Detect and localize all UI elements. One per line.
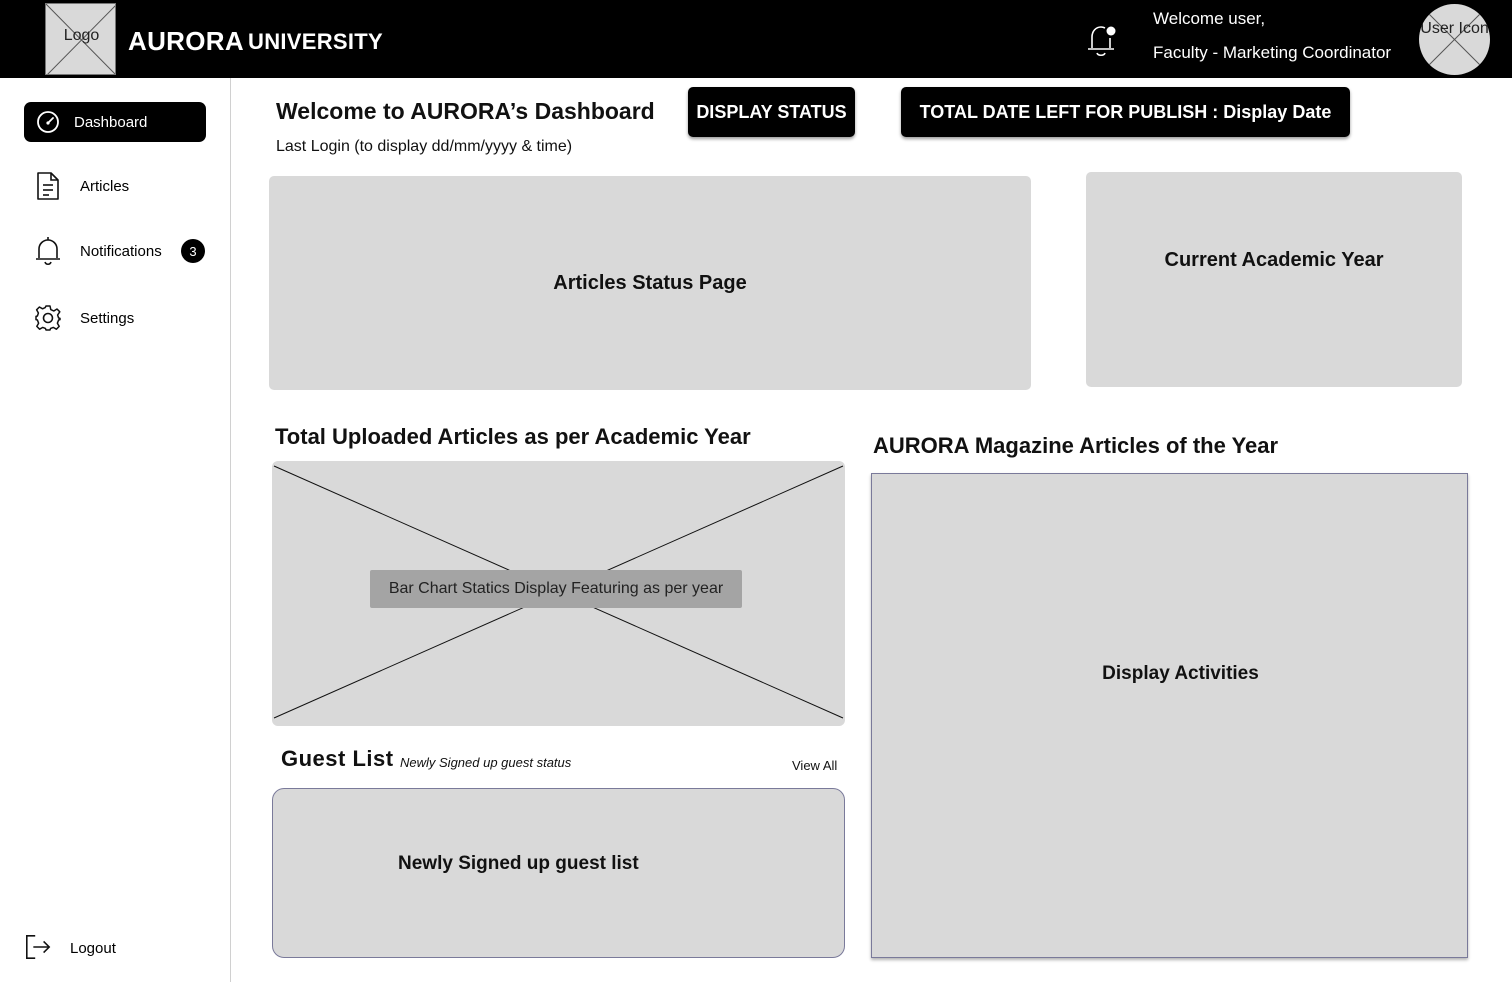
document-icon	[34, 172, 62, 200]
logo-text: Logo	[63, 27, 100, 44]
bell-icon	[34, 237, 62, 266]
user-avatar[interactable]: User Icon	[1419, 4, 1490, 75]
gear-icon	[34, 304, 62, 332]
sidebar-item-label: Notifications	[80, 242, 162, 260]
view-all-link[interactable]: View All	[792, 758, 837, 773]
guest-list-label: Newly Signed up guest list	[398, 853, 639, 874]
academic-year-panel: Current Academic Year	[1086, 172, 1462, 387]
sidebar-item-notifications[interactable]: Notifications 3	[24, 231, 206, 271]
dashboard-gauge-icon	[34, 108, 62, 136]
top-bar: Logo AURORA UNIVERSITY Welcome user, Fac…	[0, 0, 1512, 78]
sidebar-item-dashboard[interactable]: Dashboard	[24, 102, 206, 142]
sidebar: Dashboard Articles Notifications 3 Setti…	[0, 78, 231, 982]
sidebar-item-label: Articles	[80, 177, 130, 195]
activities-panel: Display Activities	[871, 473, 1468, 958]
brand-subtitle: UNIVERSITY	[248, 29, 384, 54]
articles-status-label: Articles Status Page	[553, 271, 747, 294]
magazine-articles-title: AURORA Magazine Articles of the Year	[873, 433, 1279, 458]
publish-date-button[interactable]: TOTAL DATE LEFT FOR PUBLISH : Display Da…	[901, 87, 1350, 137]
sidebar-item-label: Dashboard	[74, 113, 148, 131]
bar-chart-placeholder: Bar Chart Statics Display Featuring as p…	[272, 461, 845, 726]
page-title: Welcome to AURORA’s Dashboard	[276, 98, 655, 124]
user-icon-text: User Icon	[1420, 20, 1489, 37]
guest-list-panel: Newly Signed up guest list	[272, 788, 845, 958]
guest-list-title: Guest List	[281, 746, 394, 771]
logout-button[interactable]: Logout	[24, 930, 164, 966]
logout-label: Logout	[70, 940, 116, 957]
sidebar-item-articles[interactable]: Articles	[24, 166, 206, 206]
guest-list-subtitle: Newly Signed up guest status	[400, 755, 572, 770]
sidebar-item-settings[interactable]: Settings	[24, 298, 206, 338]
uploaded-articles-title: Total Uploaded Articles as per Academic …	[275, 424, 751, 449]
last-login-text: Last Login (to display dd/mm/yyyy & time…	[276, 138, 573, 155]
welcome-user-text: Welcome user,	[1153, 9, 1266, 28]
user-role-text: Faculty - Marketing Coordinator	[1153, 43, 1392, 62]
logout-icon	[24, 933, 52, 961]
display-status-button[interactable]: DISPLAY STATUS	[688, 87, 855, 137]
brand-name: AURORA	[128, 26, 244, 56]
activities-label: Display Activities	[1102, 663, 1259, 684]
notification-count-badge: 3	[181, 239, 205, 263]
logo-placeholder: Logo	[45, 3, 116, 75]
academic-year-label: Current Academic Year	[1164, 249, 1384, 271]
sidebar-item-label: Settings	[80, 309, 135, 327]
notifications-bell-icon[interactable]	[1084, 20, 1120, 60]
chart-placeholder-caption: Bar Chart Statics Display Featuring as p…	[370, 570, 742, 608]
placeholder-cross-icon	[1428, 13, 1481, 66]
articles-status-panel[interactable]: Articles Status Page	[269, 176, 1031, 390]
